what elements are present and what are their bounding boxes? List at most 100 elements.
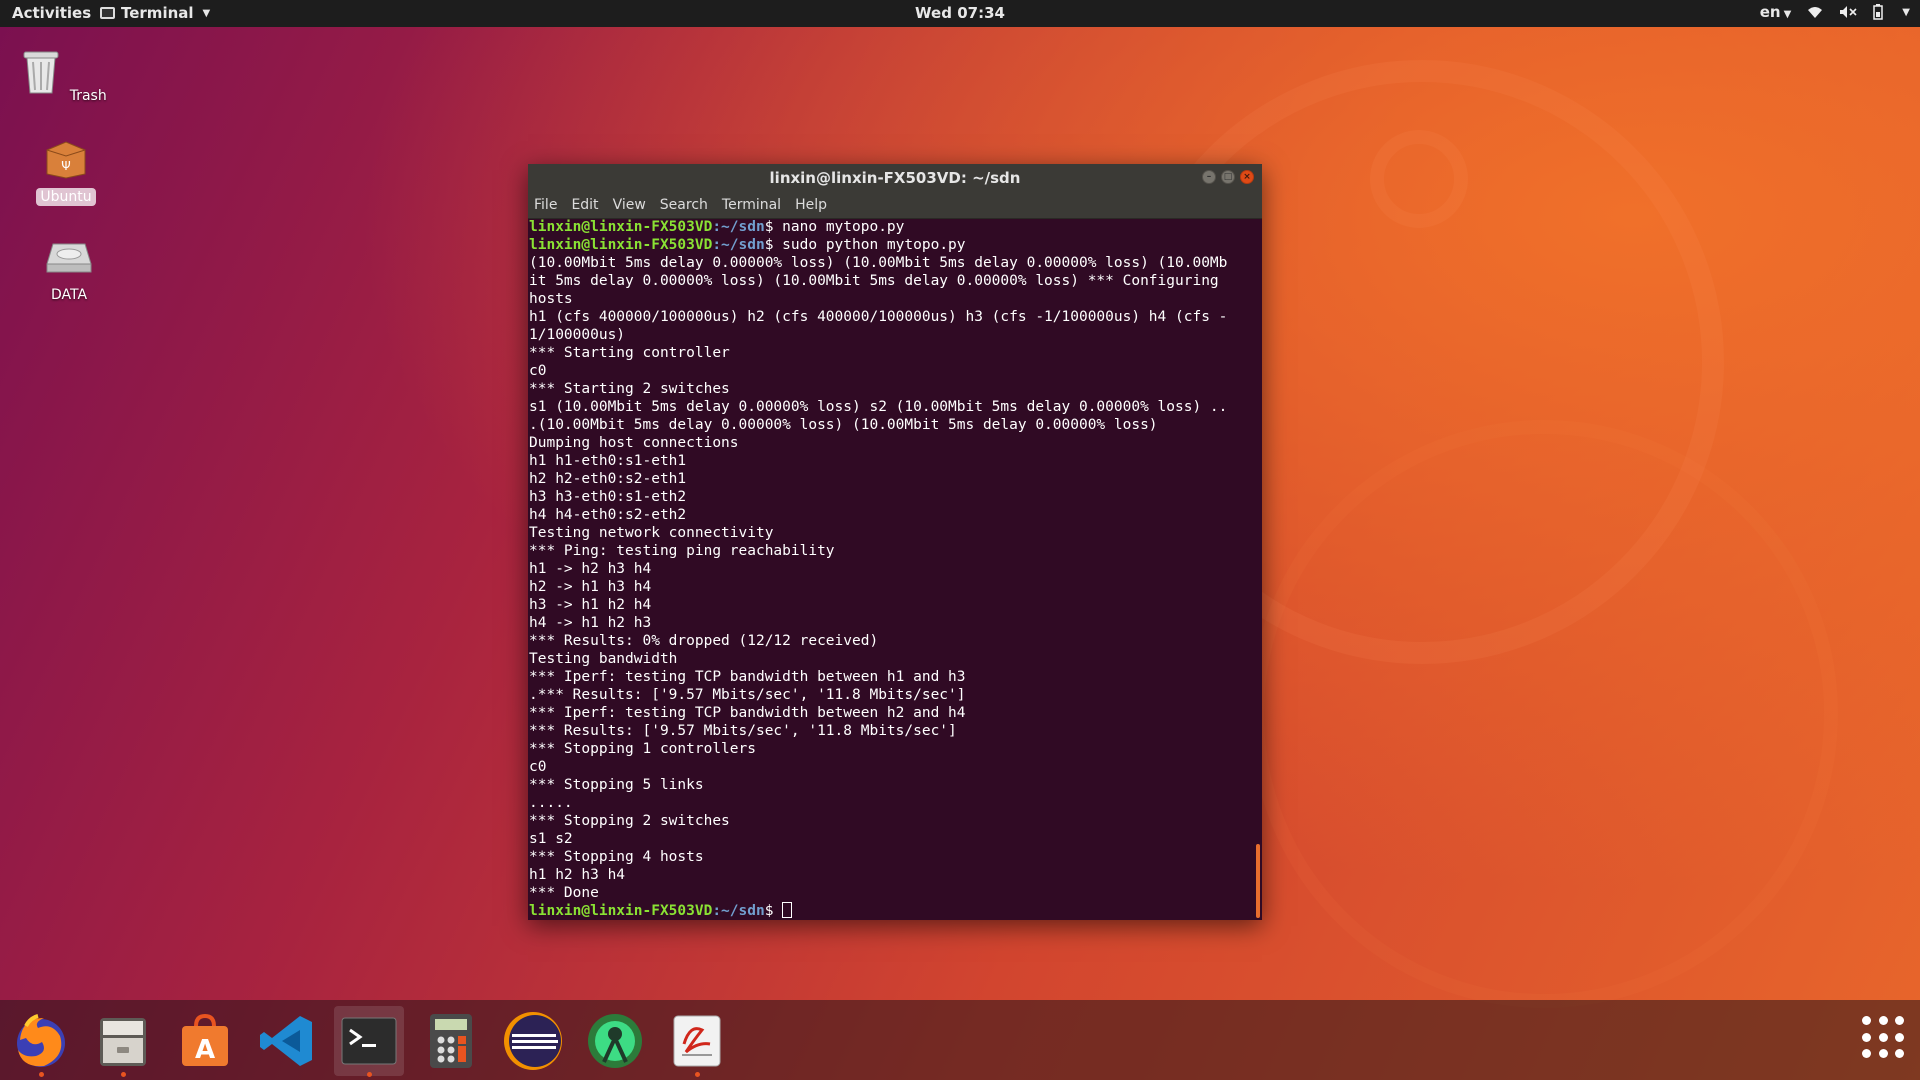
- terminal-output-line: h2 -> h1 h3 h4: [529, 579, 652, 595]
- terminal-output-line: h1 h2 h3 h4: [529, 867, 626, 883]
- menu-help[interactable]: Help: [795, 197, 827, 213]
- dock-software-center[interactable]: A: [170, 1006, 240, 1076]
- desktop-icon-trash[interactable]: Trash: [21, 46, 111, 105]
- eclipse-icon: [504, 1012, 562, 1070]
- terminal-output-line: h2 h2-eth0:s2-eth1: [529, 471, 687, 487]
- software-center-icon: A: [182, 1013, 228, 1066]
- menu-search[interactable]: Search: [660, 197, 708, 213]
- menu-terminal[interactable]: Terminal: [722, 197, 781, 213]
- disk-icon: [46, 243, 92, 273]
- minimize-button[interactable]: –: [1202, 170, 1216, 184]
- terminal-output-line: *** Stopping 2 switches: [529, 813, 730, 829]
- dock-files[interactable]: [88, 1006, 158, 1077]
- battery-icon[interactable]: [1873, 4, 1884, 20]
- dock-terminal[interactable]: [334, 1006, 404, 1077]
- dock-eclipse[interactable]: [498, 1006, 568, 1076]
- terminal-output-line: it 5ms delay 0.00000% loss) (10.00Mbit 5…: [529, 273, 1219, 289]
- terminal-output[interactable]: linxin@linxin-FX503VD:~/sdn$ nano mytopo…: [528, 218, 1262, 920]
- desktop-icon-data[interactable]: DATA: [24, 238, 114, 304]
- chevron-down-icon: ▼: [202, 7, 211, 19]
- prompt-path: :~/sdn: [712, 219, 765, 235]
- terminal-output-line: h4 h4-eth0:s2-eth2: [529, 507, 687, 523]
- terminal-output-line: hosts: [529, 291, 573, 307]
- terminal-output-line: *** Stopping 1 controllers: [529, 741, 756, 757]
- terminal-window[interactable]: linxin@linxin-FX503VD: ~/sdn – □ × File …: [528, 164, 1262, 920]
- running-indicator: [695, 1072, 700, 1077]
- running-indicator: [39, 1072, 44, 1077]
- menu-edit[interactable]: Edit: [571, 197, 598, 213]
- terminal-output-line: Testing network connectivity: [529, 525, 774, 541]
- terminal-output-line: s1 s2: [529, 831, 573, 847]
- dock-text-editor[interactable]: [662, 1006, 732, 1077]
- terminal-output-line: h1 -> h2 h3 h4: [529, 561, 652, 577]
- prompt-user: linxin@linxin-FX503VD: [529, 219, 713, 235]
- terminal-prompt-line: linxin@linxin-FX503VD:~/sdn$ nano mytopo…: [528, 218, 1262, 236]
- files-icon: [100, 1018, 146, 1066]
- desktop-icon-label: DATA: [50, 287, 88, 303]
- grid-dot-icon: [1862, 1032, 1871, 1042]
- terminal-output-line: 1/100000us): [529, 327, 626, 343]
- grid-dot-icon: [1862, 1049, 1871, 1059]
- terminal-output-line: *** Starting 2 switches: [529, 381, 730, 397]
- desktop-icon-label: Ubuntu: [36, 188, 96, 206]
- window-titlebar[interactable]: linxin@linxin-FX503VD: ~/sdn – □ ×: [528, 164, 1262, 192]
- terminal-prompt-line: linxin@linxin-FX503VD:~/sdn$: [528, 902, 1262, 920]
- grid-dot-icon: [1895, 1016, 1905, 1025]
- text-editor-icon: [673, 1015, 721, 1067]
- calculator-icon: [430, 1014, 472, 1068]
- grid-dot-icon: [1878, 1016, 1888, 1025]
- maximize-button[interactable]: □: [1221, 170, 1235, 184]
- grid-dot-icon: [1862, 1016, 1871, 1025]
- menu-file[interactable]: File: [534, 197, 557, 213]
- show-applications-button[interactable]: [1862, 1016, 1906, 1060]
- terminal-output-line: *** Iperf: testing TCP bandwidth between…: [529, 669, 966, 685]
- terminal-output-line: Dumping host connections: [529, 435, 739, 451]
- window-title: linxin@linxin-FX503VD: ~/sdn: [769, 169, 1021, 187]
- desktop-icon-ubuntu[interactable]: Ψ Ubuntu: [21, 140, 111, 206]
- clock[interactable]: Wed 07:34: [0, 4, 1920, 22]
- volume-muted-icon[interactable]: [1839, 5, 1857, 19]
- wallpaper-swirl: [1370, 130, 1468, 228]
- command-text: $ nano mytopo.py: [764, 219, 905, 235]
- system-tray[interactable]: en ▼ ▼: [1760, 3, 1910, 21]
- dock-calculator[interactable]: [416, 1006, 486, 1076]
- dock-android-studio[interactable]: [580, 1006, 650, 1076]
- svg-text:A: A: [195, 1035, 215, 1065]
- terminal-output-line: s1 (10.00Mbit 5ms delay 0.00000% loss) s…: [529, 399, 1228, 415]
- terminal-output-line: *** Starting controller: [529, 345, 730, 361]
- dock-vscode[interactable]: [252, 1006, 322, 1076]
- dock-firefox[interactable]: [6, 1006, 76, 1077]
- app-menu[interactable]: Terminal ▼: [100, 4, 210, 22]
- scrollbar[interactable]: [1256, 844, 1260, 918]
- svg-text:Ψ: Ψ: [61, 159, 70, 173]
- activities-button[interactable]: Activities: [12, 4, 91, 22]
- terminal-output-line: c0: [529, 759, 547, 775]
- close-button[interactable]: ×: [1240, 170, 1254, 184]
- prompt-user: linxin@linxin-FX503VD: [529, 903, 713, 919]
- chevron-down-icon[interactable]: ▼: [1902, 7, 1910, 18]
- terminal-output-line: Testing bandwidth: [529, 651, 678, 667]
- terminal-output-line: *** Iperf: testing TCP bandwidth between…: [529, 705, 966, 721]
- top-bar: Activities Terminal ▼ Wed 07:34 en ▼ ▼: [0, 0, 1920, 27]
- android-studio-icon: [588, 1014, 642, 1068]
- terminal-prompt-line: linxin@linxin-FX503VD:~/sdn$ sudo python…: [528, 236, 1262, 254]
- dock: A: [0, 1000, 1920, 1080]
- terminal-output-line: *** Results: ['9.57 Mbits/sec', '11.8 Mb…: [529, 723, 957, 739]
- grid-dot-icon: [1878, 1049, 1888, 1059]
- terminal-output-line: .*** Results: ['9.57 Mbits/sec', '11.8 M…: [529, 687, 966, 703]
- wifi-icon[interactable]: [1807, 5, 1823, 19]
- chevron-down-icon: ▼: [1783, 9, 1792, 20]
- menu-bar: File Edit View Search Terminal Help: [528, 192, 1262, 219]
- command-text: $ sudo python mytopo.py: [764, 237, 966, 253]
- command-text: $: [764, 903, 783, 919]
- menu-view[interactable]: View: [613, 197, 646, 213]
- language-indicator[interactable]: en ▼: [1760, 3, 1792, 21]
- running-indicator: [367, 1072, 372, 1077]
- terminal-output-line: h1 (cfs 400000/100000us) h2 (cfs 400000/…: [529, 309, 1228, 325]
- terminal-output-line: .(10.00Mbit 5ms delay 0.00000% loss) (10…: [529, 417, 1158, 433]
- grid-dot-icon: [1878, 1032, 1888, 1042]
- prompt-user: linxin@linxin-FX503VD: [529, 237, 713, 253]
- drive-icon: Ψ: [46, 141, 86, 179]
- terminal-output-line: *** Results: 0% dropped (12/12 received): [529, 633, 879, 649]
- firefox-icon: [17, 1014, 65, 1067]
